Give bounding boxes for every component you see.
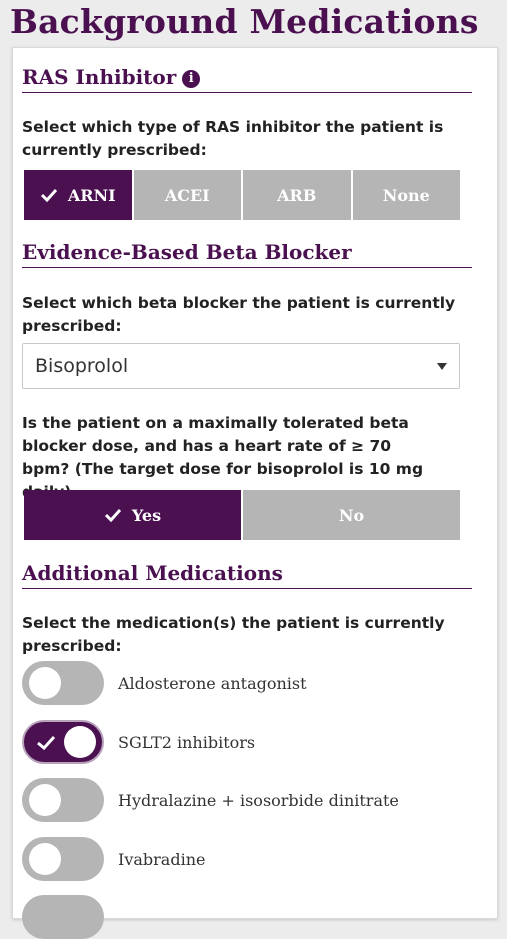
medication-row-hydralazine: Hydralazine + isosorbide dinitrate — [22, 778, 399, 822]
additional-prompt: Select the medication(s) the patient is … — [22, 614, 445, 655]
info-icon[interactable]: i — [182, 70, 201, 88]
ras-option-acei[interactable]: ACEI — [133, 170, 241, 220]
aldosterone-antagonist-toggle[interactable] — [22, 661, 104, 705]
ras-option-arb[interactable]: ARB — [243, 170, 351, 220]
beta-option-yes[interactable]: Yes — [24, 490, 241, 540]
ras-option-none[interactable]: None — [352, 170, 460, 220]
ras-heading-text: RAS Inhibitor — [22, 65, 177, 89]
medication-label: Aldosterone antagonist — [118, 673, 307, 693]
next-medication-toggle[interactable] — [22, 895, 104, 939]
ras-options: ARNI ACEI ARB None — [24, 170, 460, 220]
beta-dose-options: Yes No — [24, 490, 460, 540]
ivabradine-toggle[interactable] — [22, 837, 104, 881]
hydralazine-toggle[interactable] — [22, 778, 104, 822]
check-icon — [40, 188, 57, 202]
sglt2-inhibitors-toggle[interactable] — [22, 720, 104, 764]
check-icon — [104, 508, 122, 522]
ras-option-label: ARB — [277, 185, 317, 205]
ras-option-label: ARNI — [67, 185, 116, 205]
medication-row-partial — [22, 895, 104, 939]
page-title: Background Medications — [10, 2, 479, 41]
beta-option-label: Yes — [131, 505, 162, 525]
ras-option-arni[interactable]: ARNI — [24, 170, 132, 220]
medication-row-sglt2: SGLT2 inhibitors — [22, 720, 255, 764]
beta-prompt: Select which beta blocker the patient is… — [22, 294, 456, 335]
beta-blocker-heading: Evidence-Based Beta Blocker — [22, 240, 472, 268]
dropdown-arrow-icon — [437, 363, 447, 370]
additional-medications-heading: Additional Medications — [22, 561, 472, 589]
toggle-knob — [29, 784, 61, 816]
ras-inhibitor-heading: RAS Inhibitor i — [22, 65, 472, 93]
medication-row-ivabradine: Ivabradine — [22, 837, 205, 881]
beta-blocker-select[interactable]: Bisoprolol — [22, 343, 460, 389]
toggle-knob — [64, 726, 96, 758]
ras-option-label: None — [382, 185, 430, 205]
medication-label: Hydralazine + isosorbide dinitrate — [118, 790, 399, 810]
medication-label: Ivabradine — [118, 849, 206, 869]
medication-row-aldosterone: Aldosterone antagonist — [22, 661, 307, 705]
beta-select-value: Bisoprolol — [35, 355, 129, 377]
check-icon — [37, 735, 56, 750]
toggle-knob — [29, 843, 61, 875]
toggle-knob — [29, 667, 61, 699]
beta-option-no[interactable]: No — [243, 490, 460, 540]
beta-option-label: No — [338, 505, 365, 525]
ras-prompt: Select which type of RAS inhibitor the p… — [22, 118, 444, 159]
ras-option-label: ACEI — [164, 185, 210, 205]
medication-label: SGLT2 inhibitors — [118, 732, 256, 752]
